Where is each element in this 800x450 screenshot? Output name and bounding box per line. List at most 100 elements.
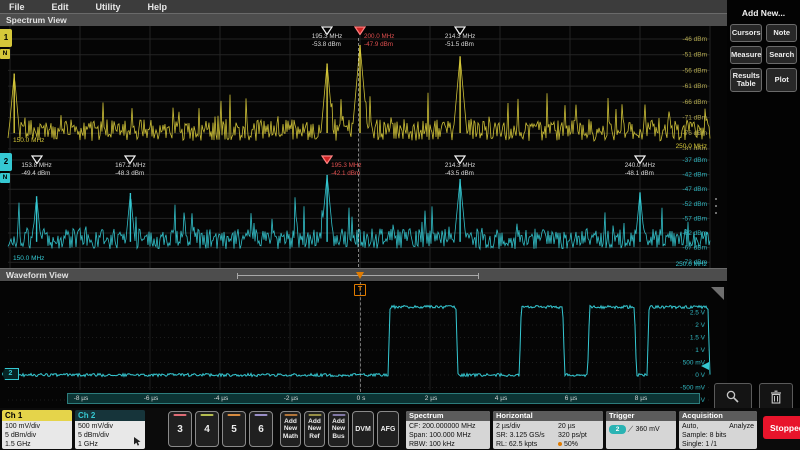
spectrum-plot-ch1[interactable]: -46 dBm-51 dBm-56 dBm-61 dBm-66 dBm-71 d… <box>0 26 727 150</box>
volt-axis-label: -500 mV <box>680 385 705 392</box>
acquisition-mode: Auto, <box>682 422 698 431</box>
magnifier-icon <box>725 389 741 405</box>
marker-readout: 214.3 MHz-43.5 dBm <box>445 162 475 177</box>
acquisition-badge[interactable]: Acquisition Auto, Analyze Sample: 8 bits… <box>679 411 757 449</box>
ch1-spectrum-scale: 5 dBm/div <box>5 431 72 440</box>
trigger-level-arrow-icon[interactable] <box>701 362 709 370</box>
add-new-math-button[interactable]: Add New Math <box>280 411 301 447</box>
dbm-axis-label: -56 dBm <box>682 67 707 74</box>
marker-readout: 195.3 MHz-53.8 dBm <box>312 33 342 48</box>
channel-5-button[interactable]: 5 <box>222 411 246 447</box>
dvm-button[interactable]: DVM <box>352 411 374 447</box>
add-new-plot-button[interactable]: Plot <box>766 68 797 92</box>
time-axis-label: -8 µs <box>74 395 89 402</box>
spectrum-settings-title: Spectrum <box>406 411 490 421</box>
delete-button[interactable] <box>759 383 793 411</box>
trigger-level: 360 mV <box>636 425 660 434</box>
reference-marker[interactable] <box>354 22 366 31</box>
menu-item-file[interactable]: File <box>9 2 25 12</box>
position-dot-icon <box>558 442 562 446</box>
horizontal-badge[interactable]: Horizontal 2 µs/div 20 µs SR: 3.125 GS/s… <box>493 411 603 449</box>
acquisition-analyze: Analyze <box>729 422 754 431</box>
channel-6-button[interactable]: 6 <box>249 411 273 447</box>
time-axis-label: -4 µs <box>214 395 229 402</box>
peak-marker[interactable] <box>124 151 136 160</box>
panel-splitter-handle[interactable] <box>714 198 718 214</box>
trigger-title: Trigger <box>606 411 676 421</box>
stopped-button[interactable]: Stopped <box>763 416 800 439</box>
marker-readout: 153.8 MHz-49.4 dBm <box>21 162 51 177</box>
trace-type-icon: N <box>0 49 10 59</box>
dbm-axis-label: -61 dBm <box>682 83 707 90</box>
ch1-scale: 100 mV/div <box>5 422 72 431</box>
trigger-marker-icon[interactable]: T <box>354 284 366 296</box>
marker-readout: 200.0 MHz-47.9 dBm <box>364 33 394 48</box>
spectrum-ch2-badge[interactable]: 2N <box>0 153 12 183</box>
spectrum-settings-badge[interactable]: Spectrum CF: 200.000000 MHz Span: 100.00… <box>406 411 490 449</box>
marker-amplitude: -49.4 dBm <box>21 170 51 178</box>
volt-axis-label: 2.5 V <box>690 310 706 317</box>
acquisition-single: Single: 1 /1 <box>682 440 754 449</box>
reference-marker[interactable] <box>321 151 333 160</box>
dbm-axis-label: -76 dBm <box>682 130 707 137</box>
marker-frequency: 153.8 MHz <box>21 162 51 170</box>
time-axis-strip[interactable]: -8 µs-6 µs-4 µs-2 µs0 s2 µs4 µs6 µs8 µs <box>67 393 700 404</box>
dbm-axis-label: -42 dBm <box>682 172 707 179</box>
waveform-plot[interactable]: 2.5 V2 V1.5 V1 V500 mV0 V-500 mV-1 V T 2… <box>0 282 727 408</box>
spectrum-plot-ch2[interactable]: -37 dBm-42 dBm-47 dBm-52 dBm-57 dBm-62 d… <box>0 150 727 268</box>
ch2-label: Ch 2 <box>75 410 145 421</box>
peak-marker[interactable] <box>454 151 466 160</box>
add-new-measure-button[interactable]: Measure <box>730 46 762 64</box>
peak-marker[interactable] <box>321 22 333 31</box>
freq-end-label: 250.0 MHz <box>676 261 707 268</box>
bottom-bar: Ch 1 100 mV/div 5 dBm/div 1.5 GHz Ch 2 5… <box>0 408 800 450</box>
button-color-notch <box>308 414 321 416</box>
peak-marker[interactable] <box>454 22 466 31</box>
add-new-search-button[interactable]: Search <box>766 46 797 64</box>
acquisition-title: Acquisition <box>679 411 757 421</box>
waveform-corner-handle-icon[interactable] <box>711 287 724 300</box>
peak-marker[interactable] <box>31 151 43 160</box>
display-column: FileEditUtilityHelp Spectrum View -46 dB… <box>0 0 727 408</box>
menu-item-edit[interactable]: Edit <box>52 2 69 12</box>
zoom-tool-button[interactable] <box>714 383 752 411</box>
marker-readout: 167.2 MHz-48.3 dBm <box>115 162 145 177</box>
dbm-axis-label: -62 dBm <box>682 230 707 237</box>
cursor-icon <box>134 437 141 446</box>
add-new-ref-button[interactable]: Add New Ref <box>304 411 325 447</box>
time-axis-label: 8 µs <box>635 395 647 402</box>
marker-frequency: 167.2 MHz <box>115 162 145 170</box>
freq-start-label: 150.0 MHz <box>13 255 44 262</box>
add-button-label: Add New Bus <box>329 418 348 441</box>
menu-item-utility[interactable]: Utility <box>96 2 121 12</box>
spectrum-plots: -46 dBm-51 dBm-56 dBm-61 dBm-66 dBm-71 d… <box>0 26 727 268</box>
center-frequency-line[interactable] <box>358 38 359 267</box>
channel-4-button[interactable]: 4 <box>195 411 219 447</box>
channel-color-notch <box>174 414 187 416</box>
marker-amplitude: -51.5 dBm <box>445 41 475 49</box>
ch2-badge[interactable]: Ch 2 500 mV/div 5 dBm/div 1 GHz <box>75 410 145 449</box>
ch1-badge[interactable]: Ch 1 100 mV/div 5 dBm/div 1.5 GHz <box>2 410 72 449</box>
spectrum-ch1-badge[interactable]: 1N <box>0 29 12 59</box>
marker-frequency: 195.3 MHz <box>312 33 342 41</box>
add-new-cursors-button[interactable]: Cursors <box>730 24 762 42</box>
waveform-trace-svg: 2.5 V2 V1.5 V1 V500 mV0 V-500 mV-1 V <box>0 282 727 408</box>
marker-readout: 195.3 MHz-42.1 dBm <box>331 162 361 177</box>
add-new-bus-button[interactable]: Add New Bus <box>328 411 349 447</box>
add-new-panel: Add New... CursorsNoteMeasureSearchResul… <box>727 0 800 408</box>
trigger-position-icon[interactable] <box>356 272 364 279</box>
trigger-badge[interactable]: Trigger 2 ∕ 360 mV <box>606 411 676 449</box>
channel-3-button[interactable]: 3 <box>168 411 192 447</box>
ch2-ground-marker[interactable]: 2 <box>2 368 19 380</box>
add-new-results-table-button[interactable]: Results Table <box>730 68 762 92</box>
marker-amplitude: -53.8 dBm <box>312 41 342 49</box>
add-new-note-button[interactable]: Note <box>766 24 797 42</box>
menu-item-help[interactable]: Help <box>148 2 168 12</box>
horizontal-sample-rate: SR: 3.125 GS/s <box>496 431 558 440</box>
marker-frequency: 214.3 MHz <box>445 162 475 170</box>
peak-marker[interactable] <box>634 151 646 160</box>
freq-start-label: 150.0 MHz <box>13 137 44 144</box>
waveform-view-title: Waveform View <box>6 270 68 280</box>
horizontal-record-length: RL: 62.5 kpts <box>496 440 558 449</box>
afg-button[interactable]: AFG <box>377 411 399 447</box>
